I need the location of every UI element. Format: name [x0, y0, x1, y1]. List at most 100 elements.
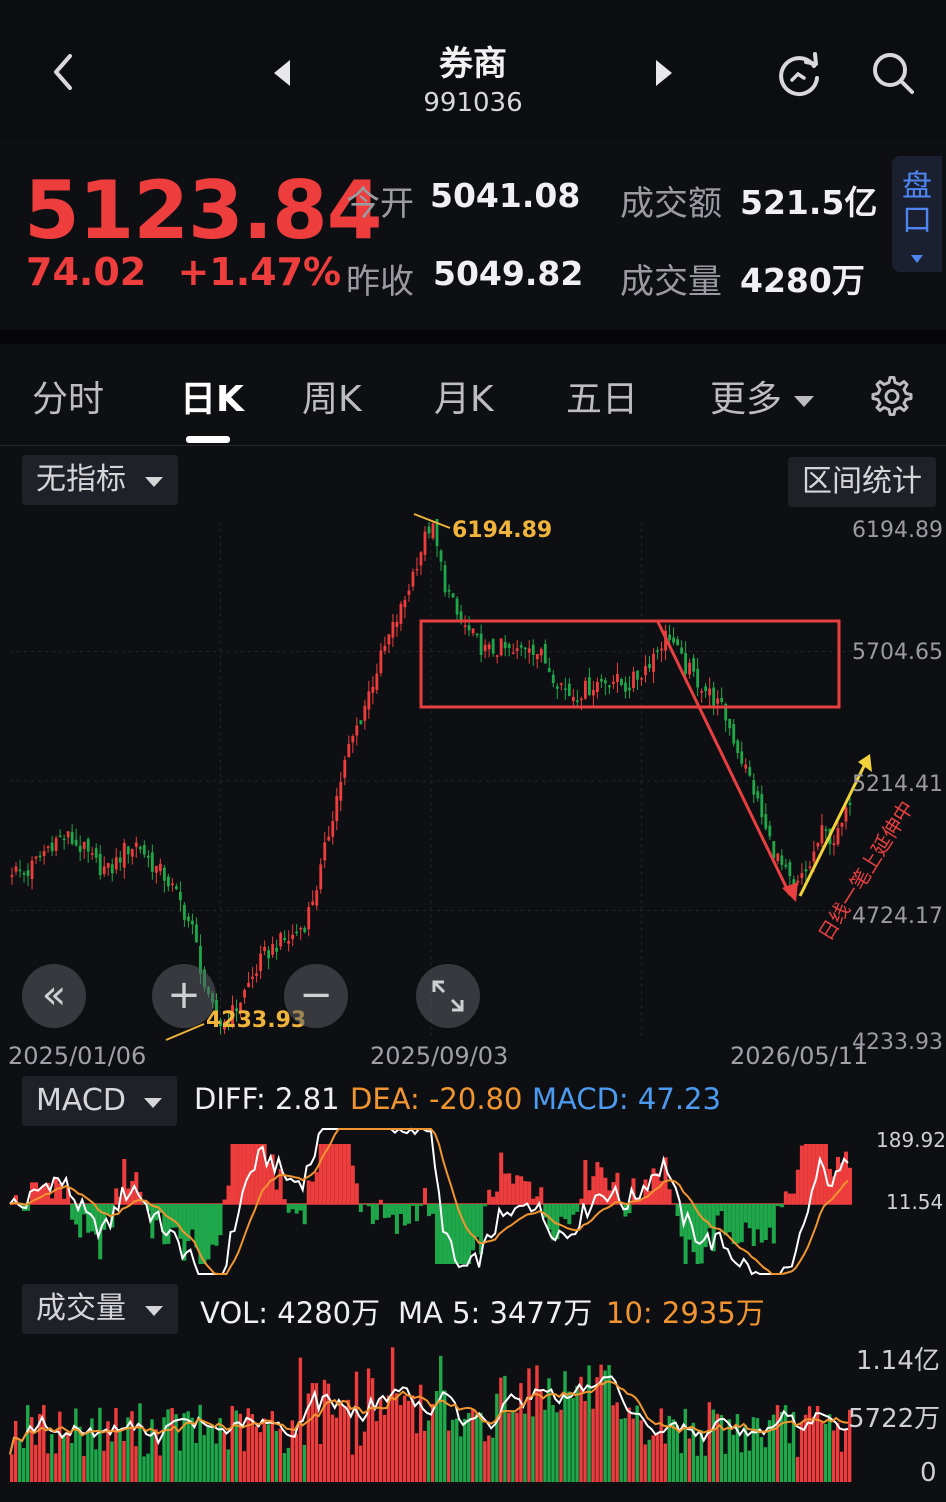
chart-settings-button[interactable]	[870, 374, 914, 418]
volume-bar	[467, 1412, 471, 1482]
candle	[315, 890, 319, 906]
candle	[708, 688, 712, 696]
volume-bar	[262, 1418, 267, 1482]
candle	[463, 625, 467, 628]
macd-histogram-bar	[731, 1204, 736, 1244]
tab-five-day[interactable]: 五日	[566, 370, 638, 422]
candle	[752, 780, 756, 795]
zoom-in-icon: +	[167, 972, 201, 1018]
tab-intraday[interactable]: 分时	[32, 370, 104, 422]
volume-bar	[206, 1426, 210, 1482]
tab-weekly-k[interactable]: 周K	[302, 370, 362, 422]
volume-bar	[282, 1453, 287, 1482]
macd-select[interactable]: MACD	[22, 1076, 178, 1126]
candle	[652, 653, 655, 672]
indicator-select[interactable]: 无指标	[22, 455, 178, 505]
zoom-out-button[interactable]: −	[284, 964, 348, 1028]
candle	[98, 853, 102, 875]
volume-bar	[110, 1441, 114, 1482]
candle	[423, 531, 427, 555]
volume-bar	[190, 1417, 194, 1482]
volume-select[interactable]: 成交量	[22, 1284, 178, 1334]
candle	[471, 628, 475, 634]
volume-bar	[158, 1455, 162, 1482]
volume-bar	[827, 1414, 832, 1482]
expand-button[interactable]	[416, 964, 480, 1028]
candle	[299, 928, 303, 930]
volume-bar	[50, 1434, 54, 1482]
volume-bar	[523, 1413, 527, 1482]
candle	[648, 663, 651, 669]
volume-bar	[755, 1418, 760, 1482]
candle	[756, 791, 760, 799]
tab-daily-k[interactable]: 日K	[180, 370, 244, 422]
macd-histogram-bar	[803, 1144, 808, 1204]
candle	[495, 655, 499, 657]
candle	[716, 698, 720, 704]
macd-histogram-bar	[330, 1144, 335, 1204]
candle	[583, 680, 587, 699]
volume-bar	[795, 1456, 800, 1482]
macd-histogram-bar	[306, 1180, 311, 1204]
macd-select-label: MACD	[36, 1083, 126, 1118]
indicator-select-label: 无指标	[36, 462, 126, 497]
candle	[10, 875, 14, 878]
macd-histogram-bar	[230, 1144, 235, 1204]
candle	[327, 836, 331, 841]
volume-bar	[398, 1405, 403, 1482]
rewind-button[interactable]: «	[22, 964, 86, 1028]
macd-histogram-bar	[579, 1198, 584, 1204]
volume-bar	[631, 1418, 635, 1482]
candle	[760, 794, 764, 818]
pankou-button[interactable]: 盘 口	[892, 156, 942, 272]
macd-histogram-bar	[70, 1204, 75, 1220]
tab-more[interactable]: 更多	[710, 370, 815, 422]
volume-bar	[366, 1368, 371, 1482]
search-button[interactable]	[868, 48, 918, 98]
macd-histogram-bar	[354, 1183, 359, 1204]
next-stock-button[interactable]	[652, 58, 676, 88]
volume-bar	[86, 1431, 90, 1482]
macd-dea: DEA: -20.80	[350, 1082, 523, 1116]
candle	[30, 860, 34, 880]
volume-bar	[707, 1402, 712, 1482]
down-trend-line	[656, 621, 792, 896]
volume-bar	[170, 1407, 174, 1482]
macd-histogram-bar	[675, 1204, 680, 1217]
macd-histogram-bar	[166, 1204, 171, 1244]
tab-monthly-k[interactable]: 月K	[434, 370, 494, 422]
volume-bar	[759, 1437, 764, 1482]
macd-histogram-bar	[290, 1204, 295, 1210]
macd-histogram-bar	[318, 1144, 323, 1204]
volume-bar	[294, 1433, 299, 1482]
candle	[656, 650, 659, 652]
macd-histogram-bar	[406, 1204, 411, 1224]
volume-bar	[823, 1424, 828, 1482]
volume-bar	[763, 1447, 768, 1482]
macd-histogram-bar	[515, 1175, 520, 1204]
volume-bar	[663, 1443, 667, 1482]
candle	[620, 679, 623, 685]
candle	[359, 720, 363, 724]
macd-histogram-bar	[795, 1169, 800, 1204]
volume-bar	[819, 1422, 824, 1482]
zoom-in-button[interactable]: +	[152, 964, 216, 1028]
volume-bar	[527, 1368, 531, 1482]
volume-bar	[298, 1357, 303, 1482]
volume-bar	[138, 1403, 142, 1482]
macd-histogram-bar	[719, 1204, 724, 1212]
candle	[748, 767, 752, 776]
volume-bar	[723, 1453, 728, 1482]
volume-bar	[14, 1420, 18, 1482]
candle	[600, 678, 603, 682]
refresh-button[interactable]	[774, 50, 824, 100]
candle	[812, 851, 816, 862]
candle	[14, 866, 18, 872]
candle	[840, 822, 844, 827]
volume-bar	[563, 1371, 567, 1482]
range-stats-button[interactable]: 区间统计	[788, 457, 936, 507]
macd-histogram-bar	[374, 1204, 379, 1220]
volume-bar	[627, 1407, 631, 1482]
candle	[660, 648, 663, 651]
macd-histogram-bar	[759, 1204, 764, 1243]
